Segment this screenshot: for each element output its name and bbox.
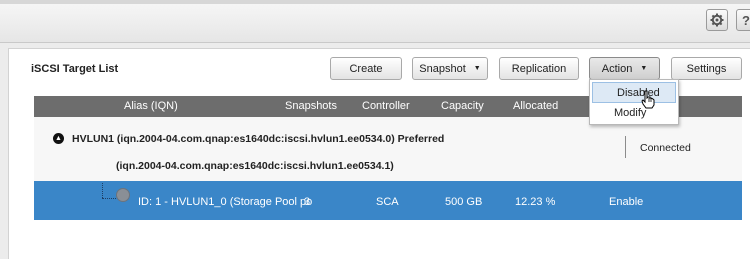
replication-button-label: Replication — [511, 62, 567, 75]
lun-snapshots: 3 — [304, 196, 311, 208]
target-status: Connected — [640, 142, 691, 154]
tree-connector — [102, 198, 116, 199]
create-button-label: Create — [349, 62, 383, 75]
caret-down-icon: ▼ — [640, 65, 648, 72]
collapse-icon[interactable]: ▲ — [53, 133, 64, 144]
menu-item-disabled[interactable]: Disabled — [592, 82, 676, 103]
snapshot-button[interactable]: Snapshot ▼ — [412, 57, 488, 80]
hand-cursor-icon — [641, 90, 655, 109]
caret-down-icon: ▼ — [473, 65, 481, 72]
panel-title: iSCSI Target List — [31, 63, 119, 75]
target-title: HVLUN1 (iqn.2004-04.com.qnap:es1640dc:is… — [72, 133, 445, 145]
column-allocated[interactable]: Allocated — [513, 100, 558, 112]
settings-button[interactable]: Settings — [671, 57, 742, 80]
menu-item-modify[interactable]: Modify — [590, 103, 678, 124]
lun-row[interactable]: ID: 1 - HVLUN1_0 (Storage Pool po 3 SCA … — [34, 181, 742, 220]
snapshot-button-label: Snapshot — [419, 62, 466, 75]
gear-icon — [710, 13, 724, 27]
lun-id: ID: 1 - HVLUN1_0 (Storage Pool po — [138, 196, 313, 208]
settings-button-label: Settings — [686, 62, 727, 75]
column-controller[interactable]: Controller — [362, 100, 410, 112]
column-divider — [625, 136, 626, 158]
lun-allocated: 12.23 % — [515, 196, 556, 208]
replication-button[interactable]: Replication — [499, 57, 579, 80]
column-alias[interactable]: Alias (IQN) — [124, 100, 178, 112]
lun-status: Enable — [609, 196, 644, 208]
target-row[interactable] — [34, 117, 742, 182]
settings-gear-button[interactable] — [706, 9, 728, 31]
target-iqn-secondary: (iqn.2004-04.com.qnap:es1640dc:iscsi.hvl… — [116, 160, 394, 172]
create-button[interactable]: Create — [330, 57, 402, 80]
lun-controller: SCA — [376, 196, 399, 208]
top-divider — [0, 0, 750, 4]
lun-capacity: 500 GB — [445, 196, 483, 208]
top-toolbar: ? — [0, 0, 750, 43]
action-menu: Disabled Modify — [589, 79, 679, 125]
disk-icon — [116, 188, 130, 202]
help-icon: ? — [742, 12, 750, 28]
tree-connector — [102, 183, 103, 198]
help-button[interactable]: ? — [736, 9, 750, 31]
column-capacity[interactable]: Capacity — [441, 100, 484, 112]
action-button-label: Action — [601, 62, 633, 75]
action-button[interactable]: Action ▼ — [589, 57, 660, 80]
column-snapshots[interactable]: Snapshots — [285, 100, 337, 112]
